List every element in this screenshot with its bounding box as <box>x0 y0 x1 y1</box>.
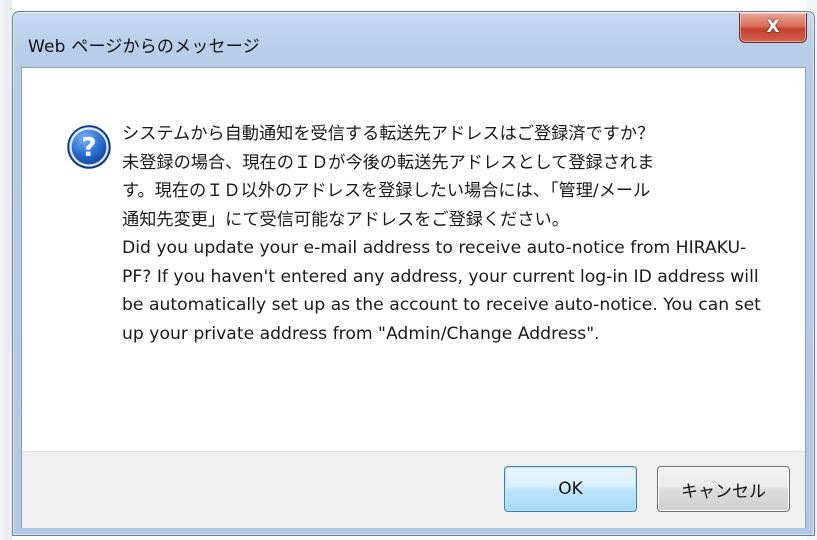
message-japanese: システムから自動通知を受信する転送先アドレスはご登録済ですか？ 未登録の場合、現… <box>122 124 655 230</box>
close-icon: X <box>766 16 780 37</box>
message-english: Did you update your e-mail address to re… <box>122 238 761 344</box>
message-dialog: Web ページからのメッセージ X ? システムから自動通知を受信する転送先アド… <box>12 11 815 536</box>
button-bar: OK キャンセル <box>22 451 805 528</box>
ok-button[interactable]: OK <box>504 466 637 512</box>
screen: Web ページからのメッセージ X ? システムから自動通知を受信する転送先アド… <box>0 0 817 540</box>
dialog-body: ? システムから自動通知を受信する転送先アドレスはご登録済ですか？ 未登録の場合… <box>21 67 806 528</box>
question-icon: ? <box>67 125 111 169</box>
close-button[interactable]: X <box>739 13 807 43</box>
message-text: システムから自動通知を受信する転送先アドレスはご登録済ですか？ 未登録の場合、現… <box>122 120 772 348</box>
background-page-edge <box>0 0 12 540</box>
title-bar[interactable]: Web ページからのメッセージ X <box>13 12 814 67</box>
cancel-button[interactable]: キャンセル <box>657 466 790 512</box>
question-mark-glyph: ? <box>81 133 96 163</box>
window-title: Web ページからのメッセージ <box>28 37 260 57</box>
message-area: ? システムから自動通知を受信する転送先アドレスはご登録済ですか？ 未登録の場合… <box>22 68 805 451</box>
